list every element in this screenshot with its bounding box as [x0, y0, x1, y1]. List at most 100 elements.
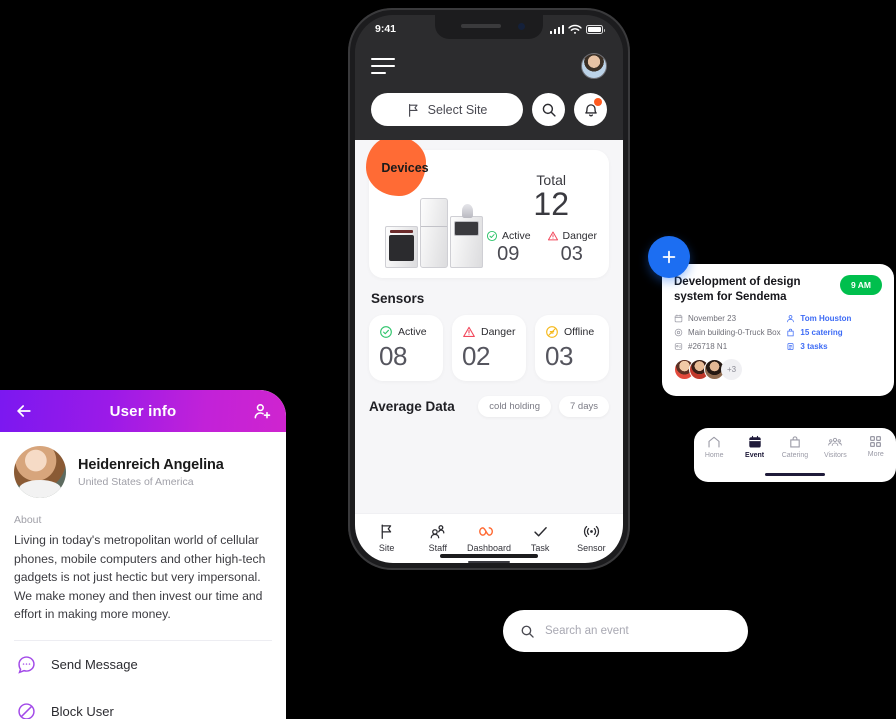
- tab-dashboard[interactable]: Dashboard: [464, 523, 514, 563]
- tab-staff[interactable]: Staff: [413, 523, 463, 553]
- phone-header-row: [371, 49, 607, 83]
- notifications-button[interactable]: [574, 93, 607, 126]
- flag-icon: [408, 103, 418, 117]
- tab-site[interactable]: Site: [362, 523, 412, 553]
- event-owner-text: Tom Houston: [800, 313, 852, 323]
- home-indicator: [440, 554, 538, 558]
- sensor-card-offline[interactable]: Offline 03: [535, 315, 609, 381]
- event-id-text: #26718 N1: [688, 341, 728, 351]
- event-tasks[interactable]: 3 tasks: [786, 342, 882, 351]
- nav-visitors-label: Visitors: [823, 452, 847, 459]
- nav-event-label: Event: [745, 452, 765, 459]
- send-message-action[interactable]: Send Message: [14, 641, 272, 688]
- notification-badge-dot: [594, 98, 602, 106]
- event-owner[interactable]: Tom Houston: [786, 314, 882, 323]
- nav-item-catering[interactable]: Catering: [776, 435, 814, 459]
- fridge-graphic: [420, 198, 448, 268]
- devices-card[interactable]: Devices Total 12 Active 09 Danger 03: [366, 140, 609, 278]
- signal-bars-icon: [549, 24, 564, 34]
- search-icon: [521, 625, 534, 638]
- nav-item-visitors[interactable]: Visitors: [816, 435, 854, 459]
- back-arrow-icon[interactable]: [14, 401, 34, 421]
- offline-circle-icon: [546, 326, 558, 338]
- person-icon: [787, 314, 795, 323]
- add-event-button[interactable]: [648, 236, 690, 278]
- home-icon: [708, 436, 720, 448]
- tab-sensor-label: Sensor: [577, 543, 606, 553]
- event-app-nav-bar: Home Event Catering Visitors More: [694, 428, 896, 482]
- event-catering-text: 15 catering: [800, 327, 843, 337]
- user-info-title: User info: [109, 402, 177, 420]
- tab-dashboard-label: Dashboard: [466, 543, 511, 553]
- sensor-danger-label: Danger: [481, 326, 516, 338]
- tab-sensor[interactable]: Sensor: [566, 523, 616, 553]
- event-search-bar[interactable]: Search an event: [503, 610, 748, 652]
- nav-item-more[interactable]: More: [857, 435, 895, 458]
- check-icon: [533, 527, 547, 537]
- user-info-body: Heidenreich Angelina United States of Am…: [0, 432, 286, 719]
- about-label: About: [14, 514, 42, 526]
- plus-icon: [662, 250, 676, 264]
- hamburger-menu-icon[interactable]: [371, 57, 395, 75]
- select-site-button[interactable]: Select Site: [371, 93, 523, 126]
- event-attendee-avatars[interactable]: +3: [674, 358, 882, 380]
- id-card-icon: [674, 343, 683, 350]
- phone-status-bar: 9:41: [355, 15, 623, 43]
- search-button[interactable]: [532, 93, 565, 126]
- nav-item-home[interactable]: Home: [695, 435, 733, 459]
- tab-site-label: Site: [378, 543, 395, 553]
- sensor-offline-label: Offline: [564, 326, 595, 338]
- user-profile-row: Heidenreich Angelina United States of Am…: [14, 446, 272, 498]
- chip-cold-holding[interactable]: cold holding: [478, 396, 551, 417]
- user-info-panel: User info Heidenreich Angelina United St…: [0, 390, 286, 719]
- event-catering[interactable]: 15 catering: [786, 328, 882, 337]
- event-card[interactable]: Development of design system for Sendema…: [662, 264, 894, 396]
- event-date: November 23: [674, 314, 786, 323]
- location-pin-icon: [674, 328, 683, 337]
- calendar-icon: [674, 314, 683, 323]
- block-user-label: Block User: [51, 703, 114, 719]
- sensors-row: Active 08 Danger 02 Offline 03: [369, 315, 609, 381]
- tab-task[interactable]: Task: [515, 523, 565, 553]
- nav-more-label: More: [867, 451, 884, 458]
- signal-waves-icon: [583, 525, 599, 538]
- nav-home-label: Home: [704, 452, 724, 459]
- event-location-text: Main building-0-Truck Box: [688, 327, 781, 337]
- status-time: 9:41: [375, 23, 397, 35]
- sensor-card-active[interactable]: Active 08: [369, 315, 443, 381]
- attendee-overflow-count: +3: [721, 358, 742, 380]
- add-person-icon[interactable]: [252, 401, 272, 421]
- devices-total: Total 12: [533, 172, 569, 222]
- user-avatar: [14, 446, 66, 498]
- about-text: Living in today's metropolitan world of …: [14, 533, 266, 622]
- tab-task-label: Task: [530, 543, 550, 553]
- event-details-grid: November 23 Tom Houston Main building-0-…: [674, 314, 882, 351]
- search-icon: [542, 103, 556, 117]
- clipboard-icon: [787, 342, 794, 350]
- sensor-card-danger[interactable]: Danger 02: [452, 315, 526, 381]
- event-time-badge: 9 AM: [840, 275, 882, 295]
- check-circle-icon: [380, 326, 392, 338]
- flag-icon: [381, 524, 392, 539]
- header-avatar[interactable]: [581, 53, 607, 79]
- phone-screen: 9:41 Select Site Devices Total 12 Active…: [355, 15, 623, 563]
- devices-badge-label: Devices: [381, 161, 429, 175]
- nav-item-event[interactable]: Event: [736, 435, 774, 459]
- warning-triangle-icon: [547, 231, 558, 241]
- phone-content: Devices Total 12 Active 09 Danger 03 Sen…: [355, 140, 623, 513]
- search-placeholder: Search an event: [545, 625, 629, 637]
- block-icon: [18, 703, 35, 719]
- block-user-action[interactable]: Block User: [14, 688, 272, 719]
- people-group-icon: [828, 437, 843, 446]
- devices-active-value: 09: [497, 243, 520, 265]
- select-site-label: Select Site: [427, 102, 488, 117]
- devices-danger-label: Danger: [562, 230, 597, 242]
- warning-triangle-icon: [463, 326, 475, 338]
- event-tasks-text: 3 tasks: [800, 341, 828, 351]
- check-circle-icon: [486, 230, 497, 242]
- bag-icon: [787, 328, 794, 337]
- devices-stat-danger: Danger 03: [547, 230, 597, 266]
- sensor-offline-value: 03: [545, 341, 573, 371]
- chip-7-days[interactable]: 7 days: [559, 396, 609, 417]
- user-name: Heidenreich Angelina: [78, 456, 224, 473]
